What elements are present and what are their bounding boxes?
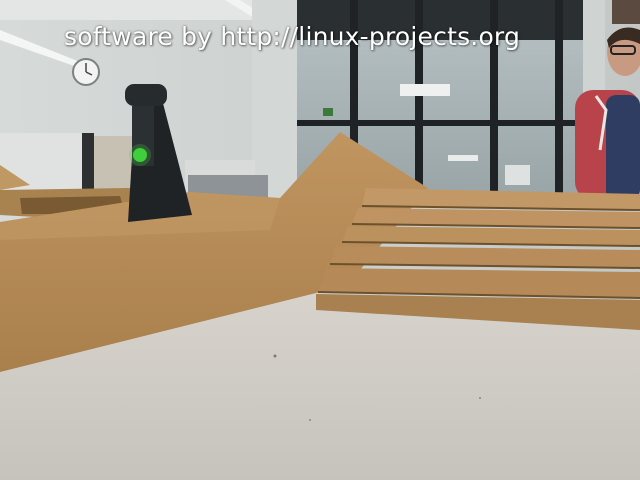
ceiling-lamp bbox=[448, 155, 478, 161]
floor-speck bbox=[309, 419, 311, 421]
floor-speck bbox=[479, 397, 481, 399]
partition bbox=[94, 136, 134, 193]
person-edge bbox=[612, 0, 640, 24]
camera-frame: software by http://linux-projects.org bbox=[0, 0, 640, 480]
wall-clock-icon bbox=[72, 58, 100, 86]
watermark-text: software by http://linux-projects.org bbox=[64, 22, 521, 51]
partition-edge bbox=[82, 133, 94, 193]
distant-window bbox=[505, 165, 530, 185]
scene-photo bbox=[0, 0, 640, 480]
ceiling-lamp bbox=[400, 84, 450, 96]
glass-transom bbox=[295, 120, 585, 126]
exit-sign bbox=[323, 108, 333, 116]
floor-speck bbox=[273, 354, 277, 358]
